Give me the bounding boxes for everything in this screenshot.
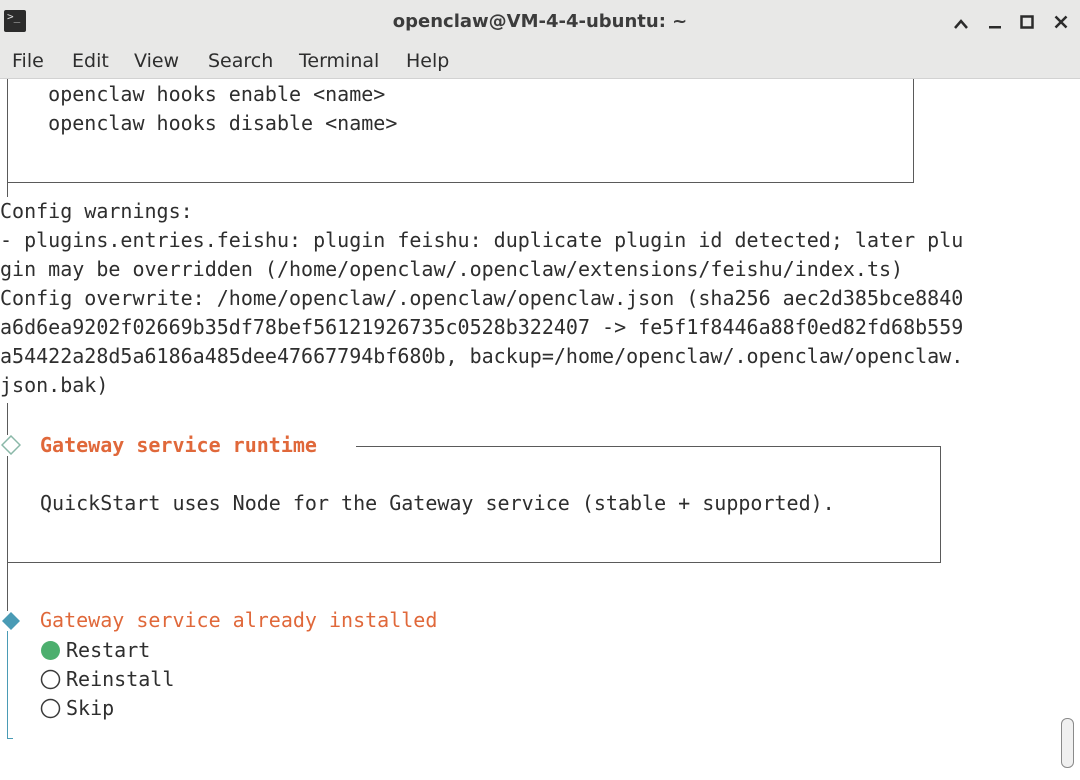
option-skip[interactable]: Skip [40, 694, 140, 723]
window-title: openclaw@VM-4-4-ubuntu: ~ [392, 11, 688, 32]
menu-edit[interactable]: Edit [72, 44, 109, 78]
runtime-title: Gateway service runtime [40, 433, 317, 457]
box-border [7, 456, 8, 563]
close-icon [1054, 15, 1068, 29]
title-bar: >_ openclaw@VM-4-4-ubuntu: ~ [0, 0, 1080, 44]
collapse-button[interactable] [948, 8, 974, 36]
option-reinstall[interactable]: Reinstall [40, 665, 190, 694]
filled-diamond-icon [2, 612, 20, 630]
menu-help[interactable]: Help [406, 44, 449, 78]
config-line: a54422a28d5a6186a485dee47667794bf680b, b… [0, 344, 964, 368]
maximize-icon [1020, 15, 1034, 29]
config-line: a6d6ea9202f02669b35df78bef56121926735c05… [0, 315, 964, 339]
chevron-up-icon [954, 19, 968, 29]
radio-selected-icon [41, 641, 60, 660]
option-label: Restart [66, 638, 151, 662]
runtime-text: QuickStart uses Node for the Gateway ser… [40, 491, 835, 515]
option-label: Reinstall [66, 667, 175, 691]
scrollbar-thumb[interactable] [1061, 718, 1074, 768]
hooks-line: openclaw hooks enable <name> [0, 82, 386, 106]
prompt-line [7, 738, 13, 739]
tree-line [7, 563, 8, 611]
minimize-icon [989, 26, 1001, 29]
box-border [356, 446, 941, 447]
option-restart[interactable]: Restart [40, 636, 170, 665]
prompt-title: Gateway service already installed [40, 608, 438, 632]
config-line: gin may be overridden (/home/openclaw/.o… [0, 257, 904, 281]
menu-terminal[interactable]: Terminal [299, 44, 379, 78]
hooks-line: openclaw hooks disable <name> [0, 111, 398, 135]
tree-line [7, 183, 8, 197]
config-line: Config warnings: [0, 199, 193, 223]
box-border [913, 79, 914, 183]
radio-icon [40, 669, 61, 690]
option-label: Skip [66, 696, 115, 720]
radio-icon [40, 698, 61, 719]
menu-view[interactable]: View [134, 44, 179, 78]
box-border [7, 182, 914, 183]
config-line: Config overwrite: /home/openclaw/.opencl… [0, 286, 964, 310]
maximize-button[interactable] [1014, 8, 1040, 36]
close-button[interactable] [1048, 8, 1074, 36]
scrollbar[interactable] [1056, 79, 1080, 780]
config-line: - plugins.entries.feishu: plugin feishu:… [0, 228, 964, 252]
hollow-diamond-icon [1, 435, 21, 455]
box-border [7, 562, 941, 563]
menu-file[interactable]: File [12, 44, 44, 78]
config-line: json.bak) [0, 373, 109, 397]
minimize-button[interactable] [982, 8, 1008, 36]
terminal-output[interactable]: openclaw hooks enable <name> openclaw ho… [0, 79, 1056, 780]
prompt-line [7, 631, 8, 739]
menu-bar: File Edit View Search Terminal Help [0, 44, 1080, 79]
box-border [940, 446, 941, 563]
menu-search[interactable]: Search [208, 44, 273, 78]
tree-line [7, 403, 8, 435]
